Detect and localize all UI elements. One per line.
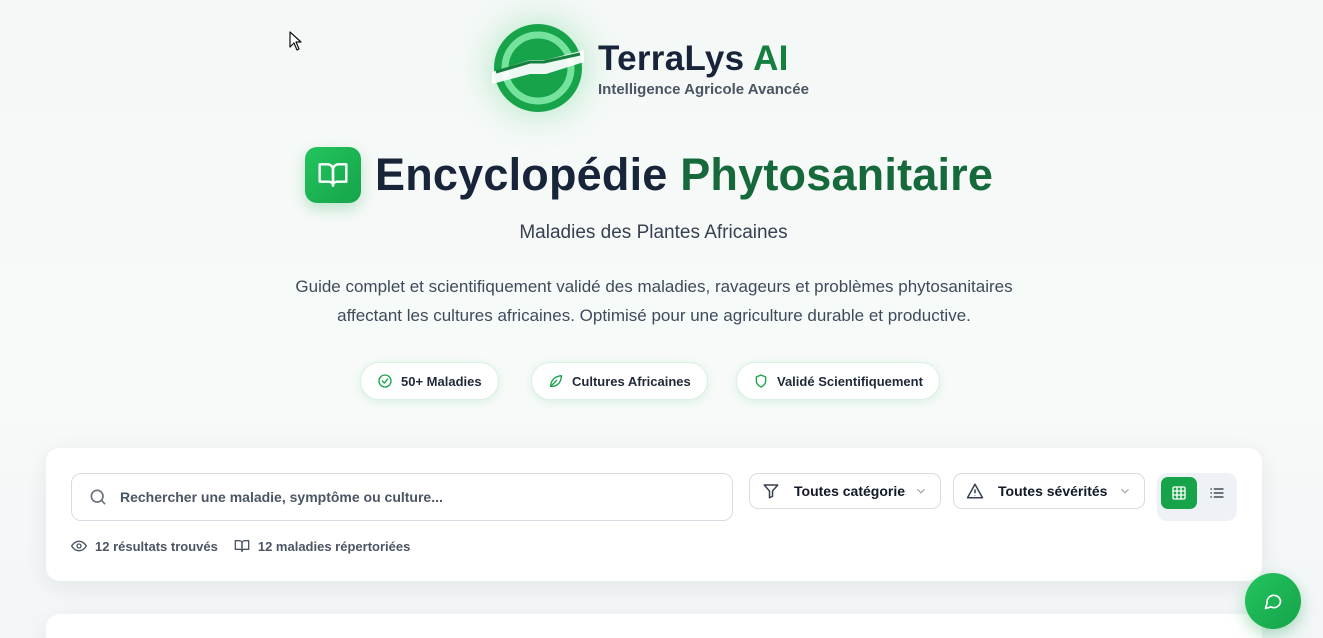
book-open-icon [305,147,361,203]
mouse-cursor-icon [289,31,302,51]
search-panel: Toutes catégories Toutes sévérités 12 ré… [46,448,1262,581]
list-view-button[interactable] [1201,477,1233,509]
content-card [46,614,1262,638]
severity-filter-value: Toutes sévérités [998,483,1108,499]
severity-filter-select[interactable]: Toutes sévérités [953,473,1145,509]
category-filter-select[interactable]: Toutes catégories [749,473,941,509]
grid-view-button[interactable] [1161,477,1197,509]
page-title: Encyclopédie Phytosanitaire [375,149,993,201]
leaf-icon [550,375,562,387]
page-description: Guide complet et scientifiquement validé… [240,272,1068,330]
description-line-2: affectant les cultures africaines. Optim… [337,306,971,325]
search-input[interactable] [120,489,710,505]
list-icon [1210,488,1224,498]
book-icon [234,540,250,552]
badge-crops: Cultures Africaines [531,362,708,400]
description-line-1: Guide complet et scientifiquement validé… [295,277,1013,296]
chevron-down-icon [1121,488,1129,494]
results-stats: 12 résultats trouvés 12 maladies réperto… [71,538,426,554]
page-title-part2: Phytosanitaire [680,149,994,200]
brand-name-part1: TerraLys [598,38,745,78]
page-title-part1: Encyclopédie [375,149,668,200]
brand-name: TerraLys AI [598,39,809,79]
view-mode-toggle [1157,473,1237,521]
eye-icon [71,540,87,552]
chevron-down-icon [917,488,925,494]
badge-validated: Validé Scientifiquement [736,362,940,400]
category-filter-value: Toutes catégories [794,483,906,499]
badge-label: Cultures Africaines [572,373,691,389]
brand-tagline: Intelligence Agricole Avancée [598,80,809,98]
badge-diseases: 50+ Maladies [360,362,499,400]
filter-icon [763,484,779,499]
badge-label: 50+ Maladies [401,373,482,389]
page-title-row: Encyclopédie Phytosanitaire [305,147,993,203]
chat-bubble-icon [1264,594,1282,610]
page-subtitle: Maladies des Plantes Africaines [519,222,788,243]
results-count: 12 résultats trouvés [71,538,218,554]
search-icon [90,489,106,505]
brand-name-part2: AI [753,38,789,78]
grid-icon [1172,486,1186,500]
terralys-logo-icon [490,22,586,114]
badge-label: Validé Scientifiquement [777,373,923,389]
results-count-text: 12 résultats trouvés [95,538,218,554]
brand-header: TerraLys AI Intelligence Agricole Avancé… [490,22,809,114]
catalogued-count-text: 12 maladies répertoriées [257,538,411,554]
chat-button[interactable] [1245,573,1301,629]
check-circle-icon [378,374,392,388]
catalogued-count: 12 maladies répertoriées [234,538,410,554]
search-box[interactable] [71,473,733,521]
shield-icon [755,374,767,388]
warning-triangle-icon [966,483,984,499]
